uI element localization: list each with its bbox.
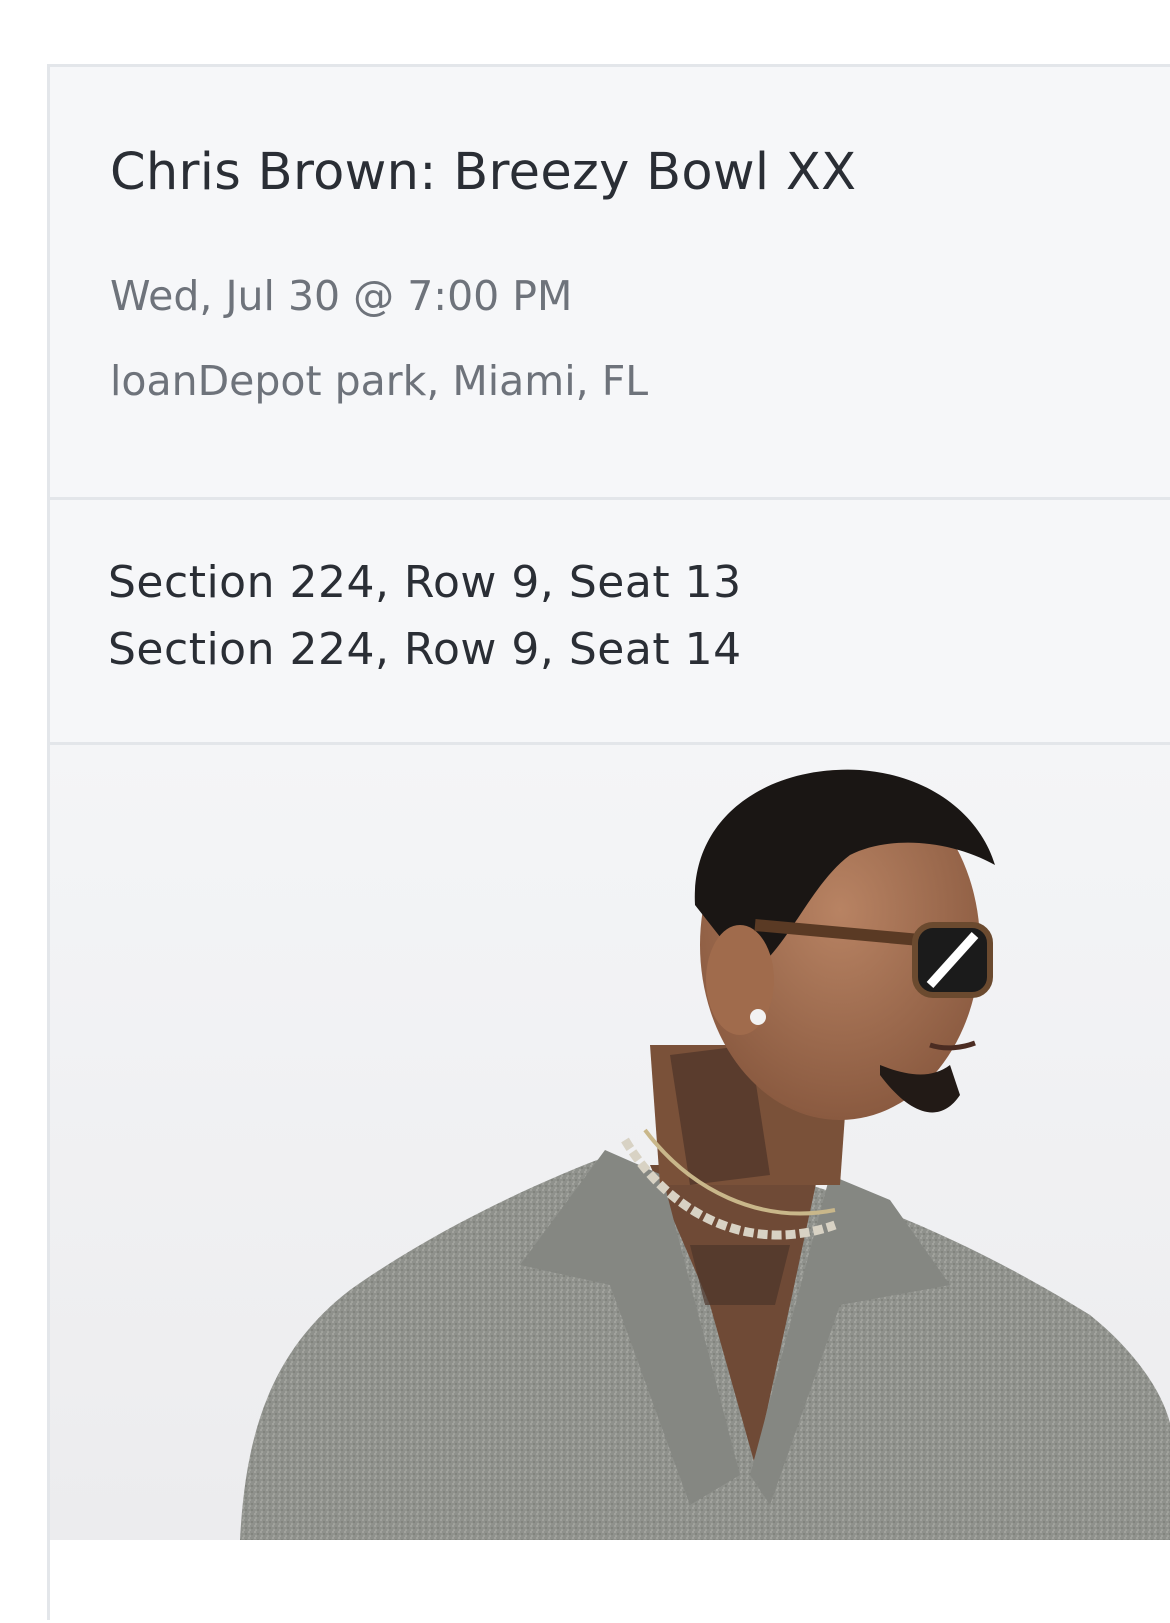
event-date: Wed, Jul 30 @ 7:00 PM <box>110 272 573 320</box>
card-footer-area <box>50 1540 1170 1623</box>
seat-list: Section 224, Row 9, Seat 13 Section 224,… <box>50 500 1170 745</box>
artist-photo <box>50 745 1170 1540</box>
seat-item: Section 224, Row 9, Seat 13 <box>108 557 742 608</box>
event-info-section: Chris Brown: Breezy Bowl XX Wed, Jul 30 … <box>50 67 1170 500</box>
ticket-card: Chris Brown: Breezy Bowl XX Wed, Jul 30 … <box>47 64 1170 1623</box>
event-title: Chris Brown: Breezy Bowl XX <box>110 143 857 202</box>
event-venue: loanDepot park, Miami, FL <box>110 357 649 405</box>
seat-item: Section 224, Row 9, Seat 14 <box>108 624 742 675</box>
